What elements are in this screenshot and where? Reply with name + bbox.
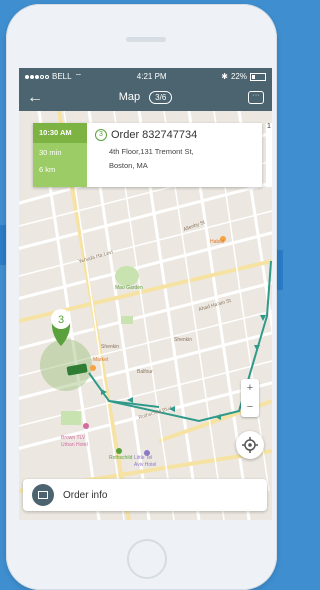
poi-market: Market (93, 357, 109, 363)
battery-percent: 22% (230, 72, 247, 81)
order-address-line2: Boston, MA (109, 161, 148, 170)
app-screen: BELL ⌔ 4:21 PM ✱ 22% ← Map 3/6 ··· 3 Mao… (19, 68, 272, 520)
zoom-control: + − (241, 379, 259, 417)
calendar-icon (32, 484, 54, 506)
order-duration: 30 min (39, 148, 62, 157)
next-order-card-peek[interactable]: 1 (266, 123, 272, 187)
stop-counter-badge: 3/6 (149, 91, 173, 104)
poi-rothschild: Rothschild (109, 455, 133, 461)
map-pin-label: 3 (58, 314, 64, 326)
chat-bubble-icon[interactable]: ··· (248, 91, 264, 104)
wifi-icon: ⌔ (74, 71, 83, 81)
stop-number-badge: 3 (95, 129, 107, 141)
poi-mao-garden: Mao Garden (115, 285, 143, 291)
locate-me-button[interactable] (236, 431, 264, 459)
battery-icon (250, 72, 266, 81)
poi-little-tel-aviv: Little Tel (134, 455, 152, 461)
poi-brown-tlv-2: Urban Hotel (61, 442, 88, 448)
poi-little-tel-aviv-2: Aviv Hotel (134, 462, 156, 468)
street-shenkin: Shenkin (101, 344, 119, 350)
poi-brown-tlv: Brown TLV (61, 435, 86, 441)
crosshair-icon (242, 437, 258, 453)
signal-icon (25, 74, 49, 79)
page-title: Map (118, 91, 141, 103)
home-button[interactable] (127, 539, 167, 579)
order-card[interactable]: 10:30 AM 30 min 6 km 3 Order 832747734 4… (33, 123, 262, 187)
order-time: 10:30 AM (33, 123, 87, 143)
poi-habibi: Habibi (210, 239, 224, 245)
order-title: Order 832747734 (111, 129, 198, 141)
order-distance: 6 km (39, 165, 56, 174)
phone-speaker (126, 37, 166, 42)
order-info-label: Order info (63, 489, 108, 501)
zoom-out-button[interactable]: − (241, 398, 259, 417)
carrier-label: BELL (52, 72, 72, 81)
bluetooth-icon: ✱ (221, 72, 228, 81)
status-bar: BELL ⌔ 4:21 PM ✱ 22% (19, 68, 272, 85)
nav-bar: ← Map 3/6 ··· (19, 85, 272, 111)
order-info-bar[interactable]: Order info (23, 479, 267, 511)
zoom-in-button[interactable]: + (241, 379, 259, 398)
order-time-panel: 10:30 AM 30 min 6 km (33, 123, 87, 187)
status-time: 4:21 PM (136, 72, 167, 81)
street-shenkin-2: Shenkin (174, 337, 192, 343)
street-balfour: Balfour (137, 369, 153, 375)
order-address-line1: 4th Floor,131 Tremont St, (109, 147, 194, 156)
